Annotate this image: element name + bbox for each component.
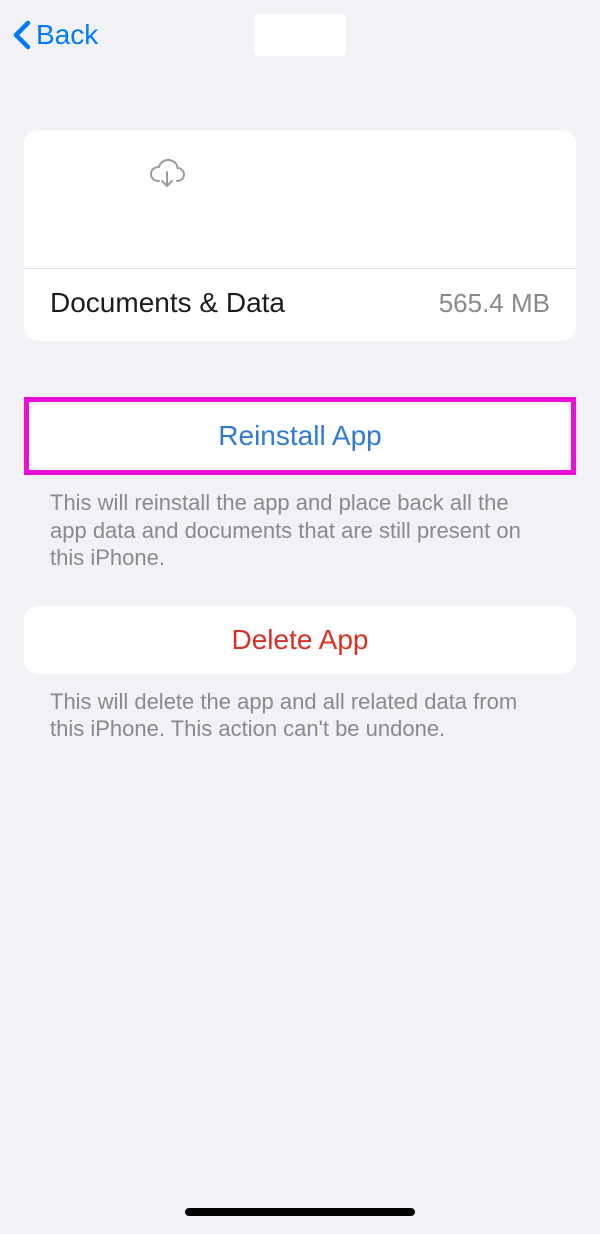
reinstall-app-button[interactable]: Reinstall App: [29, 402, 571, 470]
documents-size: 565.4 MB: [439, 288, 550, 319]
reinstall-highlight: Reinstall App: [24, 397, 576, 475]
reinstall-label: Reinstall App: [218, 420, 381, 451]
home-indicator[interactable]: [185, 1208, 415, 1216]
delete-footer: This will delete the app and all related…: [24, 674, 576, 743]
navigation-bar: Back: [0, 0, 600, 70]
documents-data-row: Documents & Data 565.4 MB: [24, 269, 576, 341]
reinstall-footer: This will reinstall the app and place ba…: [24, 475, 576, 572]
app-header-row: [24, 130, 576, 268]
settings-content: Documents & Data 565.4 MB Reinstall App …: [0, 130, 600, 743]
page-title-placeholder: [254, 14, 346, 56]
chevron-left-icon: [10, 20, 34, 50]
delete-label: Delete App: [232, 624, 369, 655]
delete-app-button[interactable]: Delete App: [24, 606, 576, 674]
back-button[interactable]: Back: [10, 19, 98, 51]
app-info-card: Documents & Data 565.4 MB: [24, 130, 576, 341]
documents-label: Documents & Data: [50, 287, 285, 319]
back-label: Back: [36, 19, 98, 51]
cloud-download-icon: [148, 158, 186, 195]
